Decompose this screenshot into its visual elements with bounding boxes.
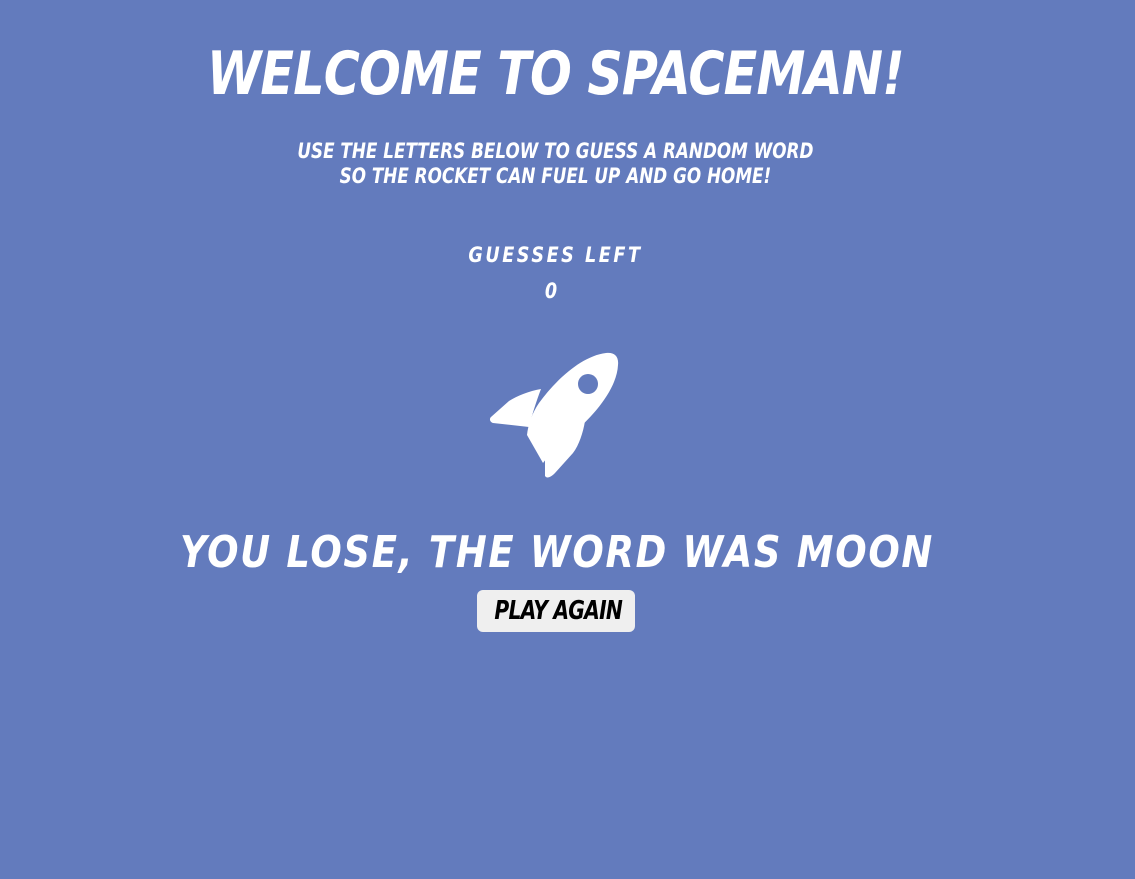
play-again-button[interactable]: PLAY AGAIN [477,590,635,632]
game-screen: WELCOME TO SPACEMAN! USE THE LETTERS BEL… [0,0,1135,879]
page-title: WELCOME TO SPACEMAN! [206,39,905,109]
guesses-left-count: 0 [544,279,558,303]
result-message: YOU LOSE, THE WORD WAS MOON [179,527,935,578]
rocket-icon [489,351,623,483]
instructions-line-1: USE THE LETTERS BELOW TO GUESS A RANDOM … [297,139,814,163]
instructions-line-2: SO THE ROCKET CAN FUEL UP AND GO HOME! [339,164,772,188]
instructions: USE THE LETTERS BELOW TO GUESS A RANDOM … [111,139,1000,189]
play-again-label: PLAY AGAIN [494,596,623,626]
guesses-left-label: GUESSES LEFT [468,243,643,267]
